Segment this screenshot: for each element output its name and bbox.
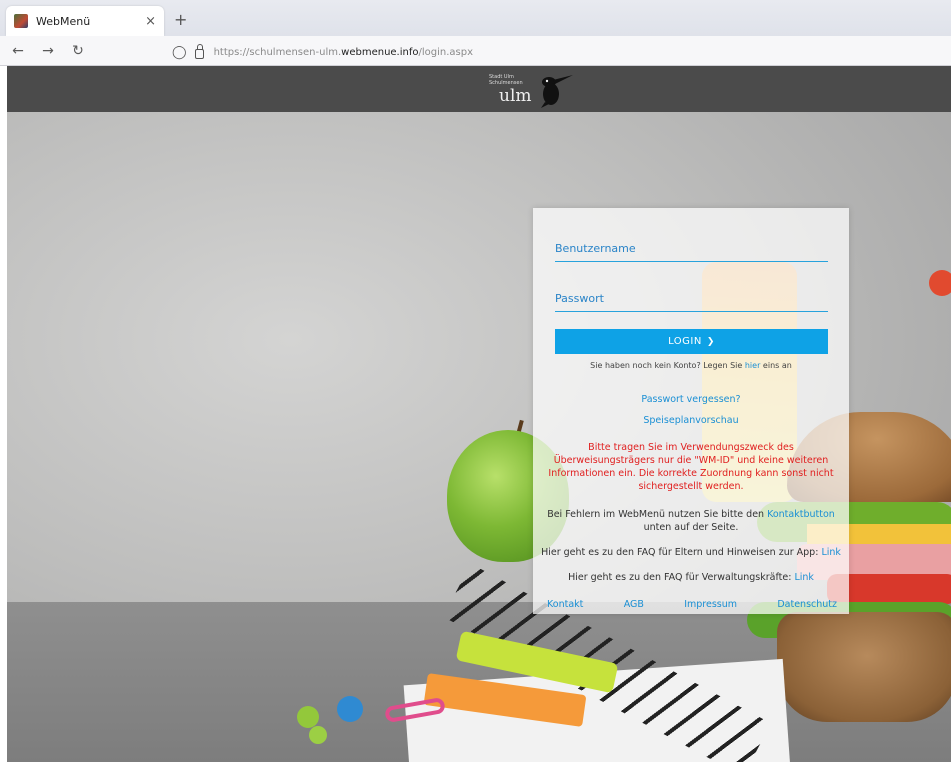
forward-arrow-icon[interactable]: → <box>36 43 60 59</box>
faq-parents-link[interactable]: Link <box>821 547 840 558</box>
logo-text: ulm <box>499 86 532 106</box>
lock-icon[interactable] <box>194 44 204 59</box>
payment-notice: Bitte tragen Sie im Verwendungszweck des… <box>548 442 834 492</box>
register-link[interactable]: hier <box>745 361 761 370</box>
menu-preview-link[interactable]: Speiseplanvorschau <box>643 415 738 426</box>
tab-title: WebMenü <box>36 14 91 28</box>
login-card: LOGIN ❯ Sie haben noch kein Konto? Legen… <box>533 208 849 614</box>
tracking-shield-icon[interactable]: ◯ <box>172 45 187 60</box>
footer-link-agb[interactable]: AGB <box>624 599 644 610</box>
username-field <box>555 236 828 262</box>
menu-preview-row: Speiseplanvorschau <box>533 415 849 426</box>
faq-admin-row: Hier geht es zu den FAQ für Verwaltungsk… <box>568 572 814 583</box>
address-bar[interactable]: ◯ https://schulmensen-ulm.webmenue.info/… <box>172 42 473 62</box>
new-tab-button[interactable]: + <box>174 10 187 29</box>
password-field <box>555 286 828 312</box>
tab-close-icon[interactable]: × <box>145 14 156 29</box>
login-button[interactable]: LOGIN ❯ <box>555 329 828 354</box>
faq-admin-link[interactable]: Link <box>794 572 813 583</box>
logo-subtitle: Stadt Ulm Schulmensen <box>489 74 523 86</box>
chevron-right-icon: ❯ <box>706 336 715 347</box>
reload-icon[interactable]: ↻ <box>66 43 90 59</box>
help-text: Bei Fehlern im WebMenü nutzen Sie bitte … <box>547 509 835 533</box>
browser-nav-bar: ← → ↻ ◯ https://schulmensen-ulm.webmenue… <box>0 36 951 66</box>
register-prompt: Sie haben noch kein Konto? Legen Sie hie… <box>590 361 792 370</box>
site-favicon-icon <box>14 14 28 28</box>
login-button-label: LOGIN <box>668 336 702 347</box>
password-input[interactable] <box>555 286 828 310</box>
footer-link-impressum[interactable]: Impressum <box>684 599 737 610</box>
site-header: Stadt Ulm Schulmensen ulm <box>7 66 951 112</box>
footer-link-kontakt[interactable]: Kontakt <box>547 599 583 610</box>
push-pin-image <box>297 706 319 728</box>
ulm-logo[interactable]: Stadt Ulm Schulmensen ulm <box>485 70 575 110</box>
faq-parents-row: Hier geht es zu den FAQ für Eltern und H… <box>541 547 841 558</box>
footer-links: Kontakt AGB Impressum Datenschutz <box>547 599 837 610</box>
browser-tab[interactable]: WebMenü × <box>6 6 164 36</box>
username-input[interactable] <box>555 236 828 260</box>
browser-tab-bar: WebMenü × + <box>0 0 951 36</box>
url-text[interactable]: https://schulmensen-ulm.webmenue.info/lo… <box>214 47 473 58</box>
contact-button-link[interactable]: Kontaktbutton <box>767 509 835 520</box>
footer-link-datenschutz[interactable]: Datenschutz <box>777 599 837 610</box>
sparrow-logo-icon <box>541 75 573 108</box>
back-arrow-icon[interactable]: ← <box>6 43 30 59</box>
forgot-password-link[interactable]: Passwort vergessen? <box>641 394 740 405</box>
forgot-password-row: Passwort vergessen? <box>533 394 849 405</box>
